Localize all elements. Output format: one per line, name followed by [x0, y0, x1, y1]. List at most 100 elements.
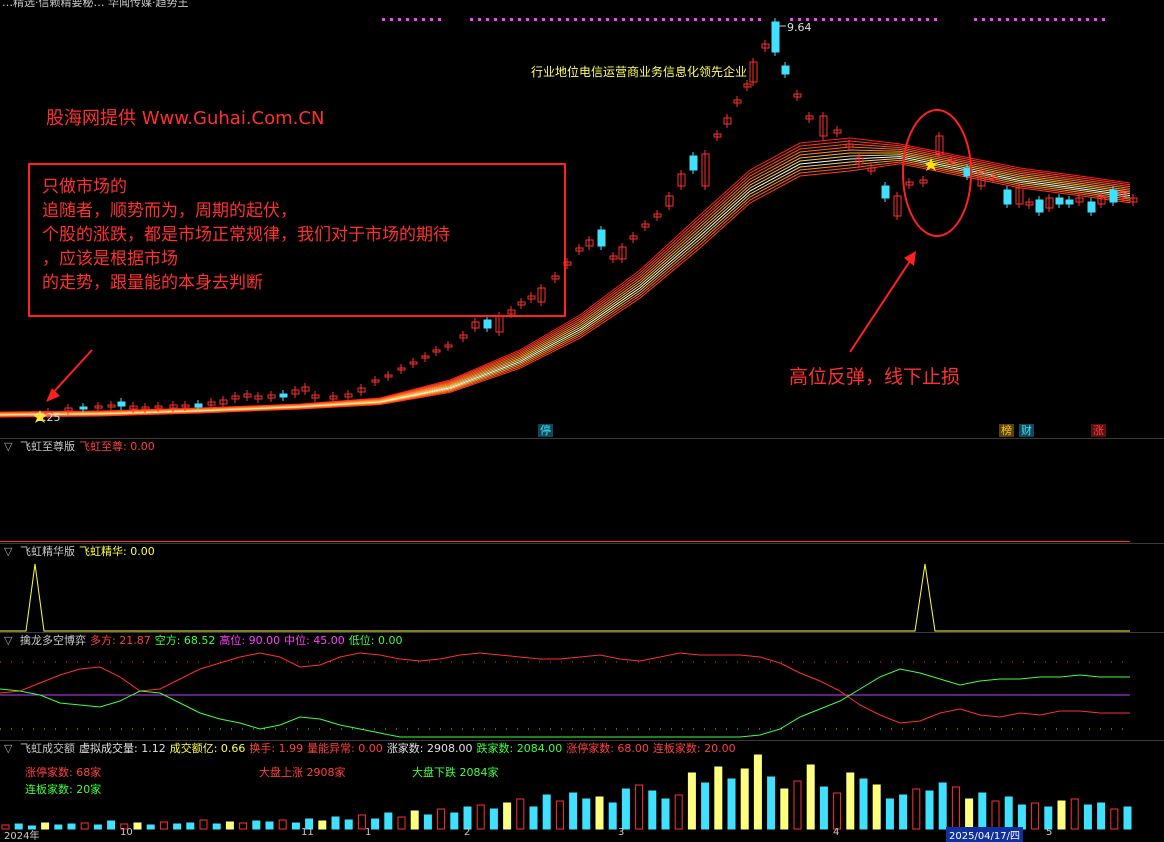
- volume-bar: [516, 798, 525, 830]
- signal-dot: [830, 18, 833, 21]
- volume-bar: [938, 782, 947, 830]
- signal-dot: [1070, 18, 1073, 21]
- volume-bar: [740, 768, 749, 830]
- signal-dot: [734, 18, 737, 21]
- volume-bar: [503, 802, 512, 830]
- signal-dot: [726, 18, 729, 21]
- volume-bar: [912, 788, 921, 830]
- volume-bar: [1031, 802, 1040, 830]
- signal-dot: [502, 18, 505, 21]
- signal-dot: [918, 18, 921, 21]
- signal-dot: [910, 18, 913, 21]
- collapse-icon[interactable]: ▽: [4, 440, 16, 454]
- feihong-essence-panel[interactable]: ▽ 飞虹精华版 飞虹精华: 0.00: [0, 544, 1164, 632]
- signal-dot: [982, 18, 985, 21]
- volume-bar: [1044, 806, 1053, 830]
- volume-bar: [489, 808, 498, 830]
- signal-dot: [486, 18, 489, 21]
- panel1-name: 飞虹至尊版: [20, 440, 75, 453]
- axis-month-1: 1: [365, 827, 372, 838]
- rebound-note: 高位反弹，线下止损: [789, 366, 961, 388]
- price-high-label: 9.64: [787, 21, 812, 34]
- tag-rank[interactable]: 榜: [999, 424, 1014, 437]
- arrow-line: [849, 257, 913, 353]
- note-line-3: 个股的涨跌，都是市场正常规律，我们对于市场的期待: [42, 225, 450, 245]
- volume-bar: [780, 788, 789, 830]
- signal-dot: [718, 18, 721, 21]
- candle-body: [771, 21, 780, 53]
- time-axis: 2024年 10 11 1 2 3 4 2025/04/17/四 5: [0, 827, 1164, 842]
- candle-body: [1003, 189, 1012, 205]
- tag-finance[interactable]: 财: [1019, 424, 1034, 437]
- dragon-bull-bear-panel[interactable]: ▽ 擒龙多空博弈 多方: 21.87 空方: 68.52 高位: 90.00 中位: 45…: [0, 633, 1164, 740]
- candle-body: [279, 393, 288, 398]
- volume-bar: [318, 820, 327, 830]
- panel3-lines: [0, 652, 1130, 738]
- industry-note: 行业地位电信运营商业务信息化领先企业: [531, 65, 748, 79]
- volume-bar: [225, 821, 234, 830]
- axis-month-10: 10: [120, 827, 133, 838]
- signal-dot: [870, 18, 873, 21]
- signal-dot: [694, 18, 697, 21]
- signal-dot: [550, 18, 553, 21]
- signal-dot: [1102, 18, 1105, 21]
- panel1-baseline: [0, 541, 1130, 542]
- volume-bar: [951, 786, 960, 830]
- signal-dot: [1086, 18, 1089, 21]
- signal-dot: [638, 18, 641, 21]
- volume-bar: [199, 819, 208, 830]
- volume-bar: [687, 772, 696, 830]
- volume-bar: [965, 798, 974, 830]
- signal-dot: [558, 18, 561, 21]
- signal-dot: [1038, 18, 1041, 21]
- volume-bars: [1, 754, 1132, 830]
- candle-body: [117, 401, 126, 407]
- panel1-indicator: 飞虹至尊: 0.00: [79, 440, 155, 453]
- volume-bar: [450, 812, 459, 830]
- price-chart-panel[interactable]: …精选·信赖精要秘… 华闻传媒·趋势王 9.64 2.25 行业地位电信运营商业…: [0, 0, 1164, 438]
- signal-dot: [590, 18, 593, 21]
- signal-dot: [702, 18, 705, 21]
- panel2-line: [0, 563, 1130, 632]
- volume-bar: [1017, 804, 1026, 830]
- signal-dot: [438, 18, 441, 21]
- signal-dot: [382, 18, 385, 21]
- volume-bar: [608, 802, 617, 830]
- note-line-5: 的走势，跟量能的本身去判断: [42, 273, 263, 293]
- axis-month-5: 5: [1046, 827, 1053, 838]
- panel1-header: ▽ 飞虹至尊版 飞虹至尊: 0.00: [4, 440, 159, 454]
- candle-body: [79, 406, 88, 410]
- signal-dot: [1094, 18, 1097, 21]
- arrow-head-icon: [904, 251, 916, 266]
- feihong-turnover-panel[interactable]: ▽ 飞虹成交额 虚拟成交量: 1.12 成交额亿: 0.66 换手: 1.99 量能异常:…: [0, 741, 1164, 842]
- axis-cursor-date[interactable]: 2025/04/17/四: [946, 827, 1024, 842]
- signal-dot: [470, 18, 473, 21]
- volume-bar: [648, 790, 657, 830]
- volume-bar: [252, 820, 261, 830]
- volume-bar: [846, 772, 855, 830]
- volume-bar: [1097, 802, 1106, 830]
- volume-bar: [899, 794, 908, 830]
- volume-bar: [542, 794, 551, 830]
- price-low-label: 2.25: [36, 411, 61, 424]
- signal-dot: [862, 18, 865, 21]
- candle-body: [483, 319, 492, 329]
- candle-body: [1087, 201, 1096, 213]
- volume-bar: [1083, 804, 1092, 830]
- volume-bar: [595, 796, 604, 830]
- signal-dot: [630, 18, 633, 21]
- signal-dot: [990, 18, 993, 21]
- volume-bar: [265, 821, 274, 830]
- volume-bar: [569, 792, 578, 830]
- signal-dot: [614, 18, 617, 21]
- note-line-2: 追随者，顺势而为，周期的起伏，: [42, 201, 297, 221]
- signal-dot: [902, 18, 905, 21]
- volume-bar: [859, 778, 868, 830]
- signal-dot: [886, 18, 889, 21]
- volume-bar: [819, 786, 828, 830]
- tag-suspend[interactable]: 停: [538, 424, 553, 437]
- volume-bar: [925, 790, 934, 830]
- signal-dot: [398, 18, 401, 21]
- feihong-supreme-panel[interactable]: ▽ 飞虹至尊版 飞虹至尊: 0.00: [0, 439, 1164, 543]
- tag-limit-up[interactable]: 涨: [1091, 424, 1106, 437]
